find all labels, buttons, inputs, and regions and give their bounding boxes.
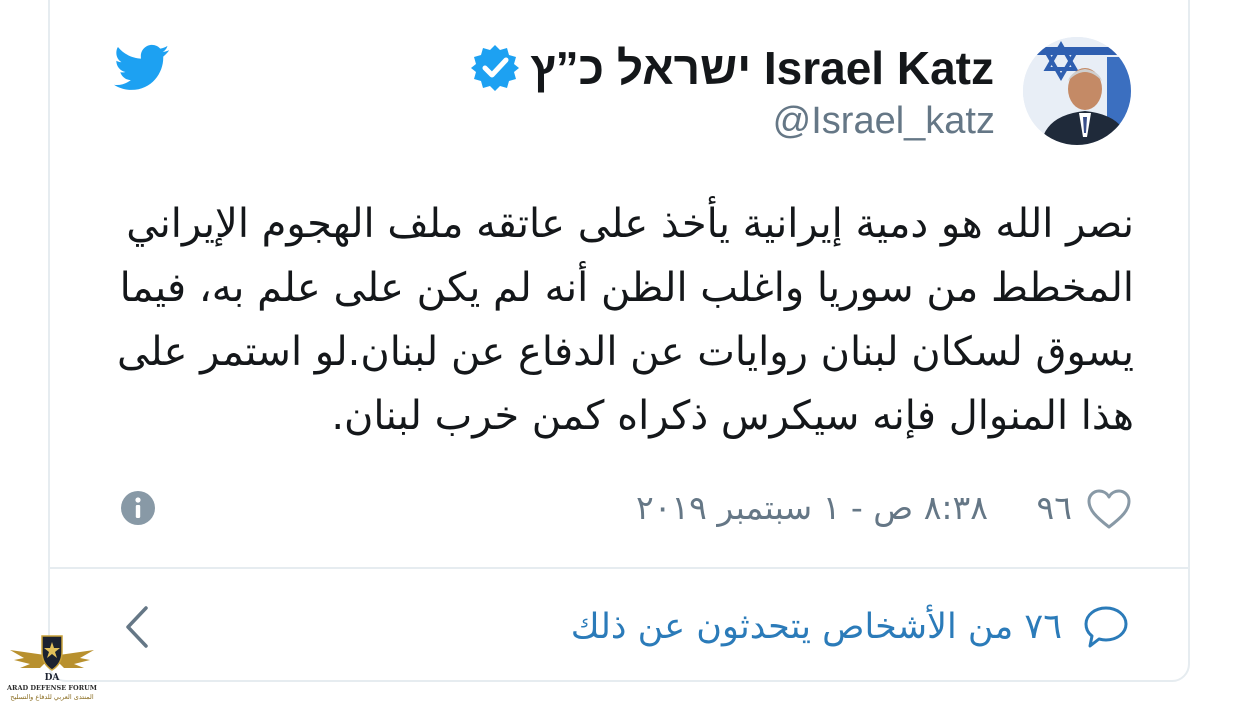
speech-bubble-icon[interactable] — [1082, 604, 1130, 650]
author-handle[interactable]: @Israel_katz — [773, 98, 995, 144]
chevron-left-icon[interactable] — [118, 604, 154, 650]
tweet-meta-row: ٨:٣٨ ص - ١ سبتمبر ٢٠١٩ ٩٦ — [118, 486, 1132, 536]
tweet-timestamp[interactable]: ٨:٣٨ ص - ١ سبتمبر ٢٠١٩ — [636, 488, 988, 528]
verified-badge-icon — [471, 45, 519, 91]
author-display-name[interactable]: ישראל כ”ץ Israel Katz — [530, 40, 994, 96]
forum-watermark-logo: DA ARAD DEFENSE FORUM المنتدى العربي للد… — [6, 630, 98, 704]
avatar-image — [1023, 37, 1131, 145]
like-count: ٩٦ — [1036, 488, 1072, 527]
author-avatar[interactable] — [1023, 37, 1131, 145]
conversation-link[interactable]: ٧٦ من الأشخاص يتحدثون عن ذلك — [571, 605, 1062, 649]
watermark-monogram: DA — [45, 673, 61, 682]
watermark-title: ARAD DEFENSE FORUM — [7, 684, 97, 692]
heart-icon[interactable] — [1086, 488, 1132, 530]
eagle-emblem-icon: DA — [10, 635, 94, 683]
info-icon[interactable] — [120, 490, 156, 526]
tweet-text: نصر الله هو دمية إيرانية يأخذ على عاتقه … — [117, 201, 1134, 439]
watermark-subtitle: المنتدى العربي للدفاع والتسليح — [10, 693, 94, 701]
twitter-bird-icon[interactable] — [114, 44, 170, 92]
card-divider — [50, 567, 1190, 569]
